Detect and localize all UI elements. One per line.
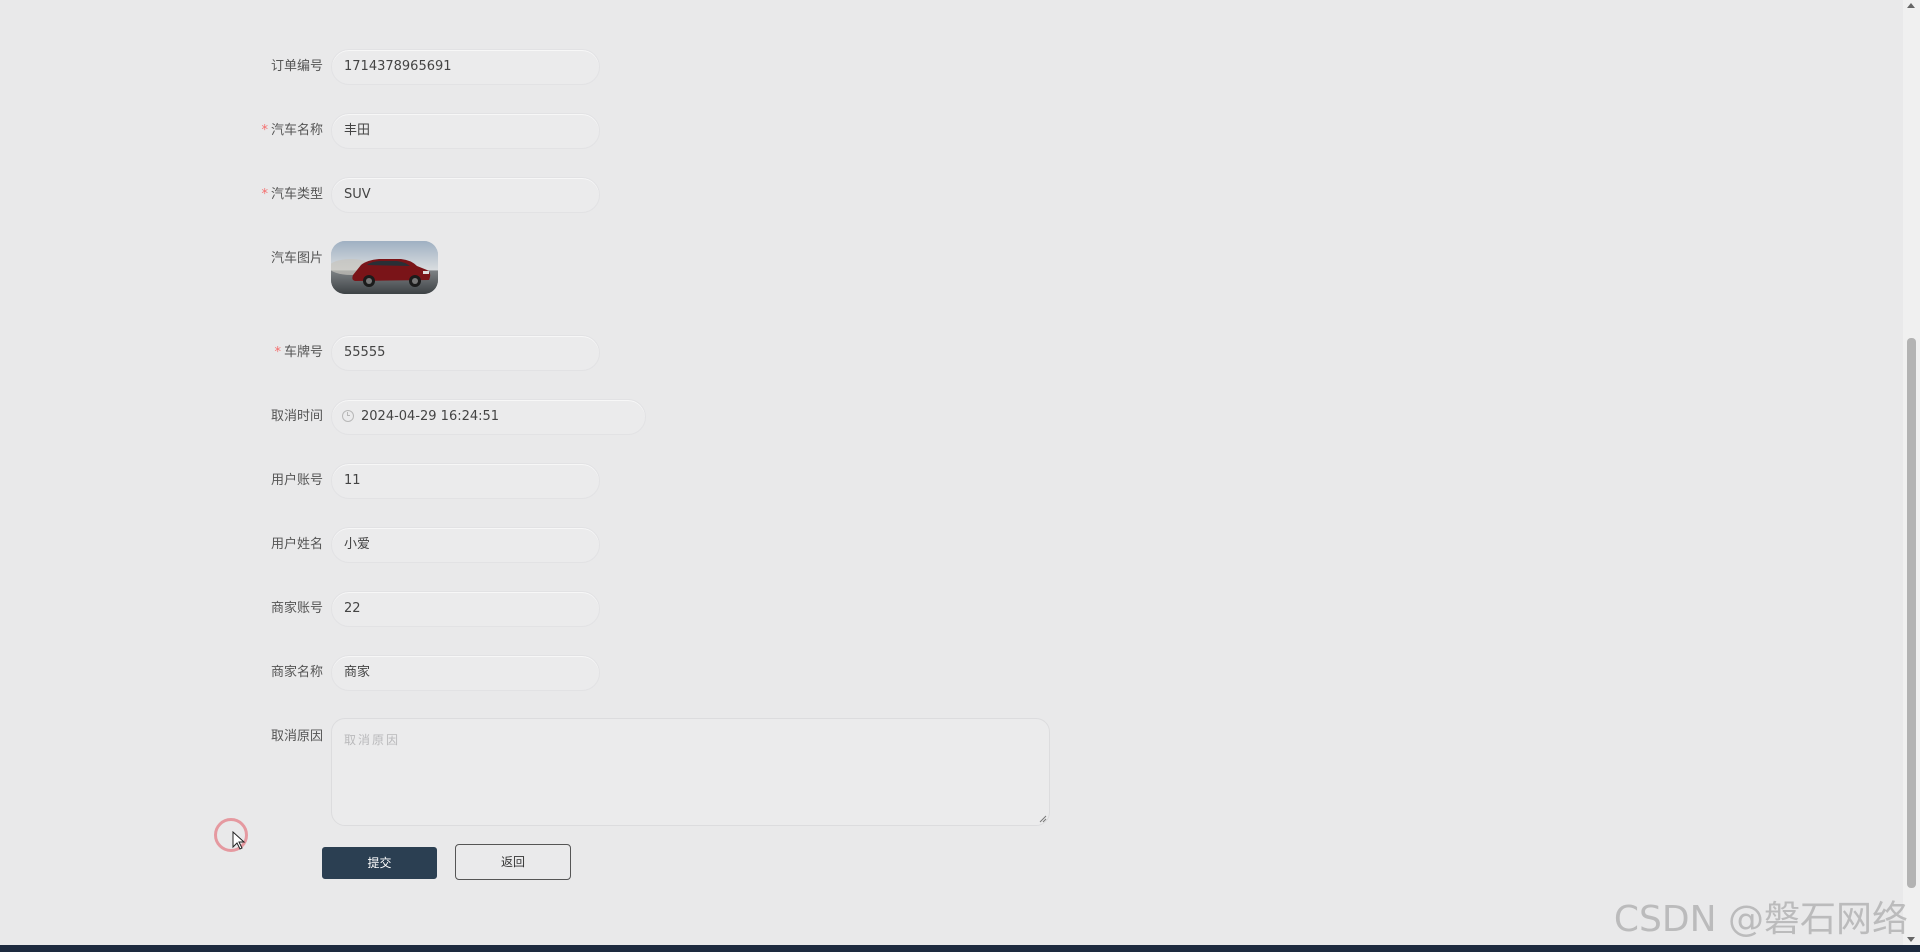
car-image-label: 汽车图片 <box>270 251 323 266</box>
merchant-account-label: 商家账号 <box>270 601 323 616</box>
order-no-label: 订单编号 <box>270 59 323 74</box>
cancel-time-label: 取消时间 <box>270 409 323 424</box>
back-button[interactable]: 返回 <box>455 844 571 880</box>
resize-handle-icon[interactable] <box>1039 815 1047 823</box>
cancel-reason-label: 取消原因 <box>270 729 323 744</box>
car-name-label: * 汽车名称 <box>261 123 323 138</box>
cancel-time-picker[interactable]: 2024-04-29 16:24:51 <box>331 399 646 435</box>
merchant-account-input[interactable]: 22 <box>331 591 600 627</box>
required-mark: * <box>261 123 268 138</box>
merchant-name-input[interactable]: 商家 <box>331 655 600 691</box>
plate-no-input[interactable]: 55555 <box>331 335 600 371</box>
clock-icon <box>342 409 354 422</box>
car-image-thumbnail[interactable] <box>331 241 438 294</box>
form-row-merchant-account: 商家账号 22 <box>0 589 1200 629</box>
form-row-user-name: 用户姓名 小爱 <box>0 525 1200 565</box>
form-row-cancel-time: 取消时间 2024-04-29 16:24:51 <box>0 397 1200 437</box>
user-name-label: 用户姓名 <box>270 537 323 552</box>
form-row-car-image: 汽车图片 <box>0 239 1200 279</box>
form-row-merchant-name: 商家名称 商家 <box>0 653 1200 693</box>
plate-no-label: * 车牌号 <box>274 345 323 360</box>
user-account-label: 用户账号 <box>270 473 323 488</box>
cancel-reason-textarea[interactable]: 取消原因 <box>331 718 1050 826</box>
form-row-car-type: * 汽车类型 SUV <box>0 175 1200 215</box>
scroll-up-arrow-icon[interactable] <box>1907 3 1915 8</box>
vertical-scrollbar[interactable] <box>1903 0 1920 945</box>
bottom-bar <box>0 945 1920 952</box>
car-photo-icon <box>331 241 438 294</box>
form-row-order-no: 订单编号 1714378965691 <box>0 47 1200 87</box>
user-name-input[interactable]: 小爱 <box>331 527 600 563</box>
car-type-label: * 汽车类型 <box>261 187 323 202</box>
order-cancel-form-page: 订单编号 1714378965691 * 汽车名称 丰田 * 汽车类型 SUV 汽车… <box>0 0 1920 952</box>
csdn-watermark: CSDN @磐石网络 <box>1613 899 1908 940</box>
required-mark: * <box>261 187 268 202</box>
order-no-input[interactable]: 1714378965691 <box>331 49 600 85</box>
mouse-pointer-icon <box>232 831 246 850</box>
scroll-down-arrow-icon[interactable] <box>1907 937 1915 942</box>
user-account-input[interactable]: 11 <box>331 463 600 499</box>
cancel-time-value: 2024-04-29 16:24:51 <box>361 409 500 424</box>
cancel-reason-placeholder: 取消原因 <box>344 733 401 747</box>
car-name-input[interactable]: 丰田 <box>331 113 600 149</box>
form-row-car-name: * 汽车名称 丰田 <box>0 111 1200 151</box>
form-row-plate-no: * 车牌号 55555 <box>0 333 1200 373</box>
submit-button[interactable]: 提交 <box>322 847 437 879</box>
car-type-input[interactable]: SUV <box>331 177 600 213</box>
scroll-thumb[interactable] <box>1907 338 1916 888</box>
required-mark: * <box>274 345 281 360</box>
form-row-user-account: 用户账号 11 <box>0 461 1200 501</box>
merchant-name-label: 商家名称 <box>270 665 323 680</box>
